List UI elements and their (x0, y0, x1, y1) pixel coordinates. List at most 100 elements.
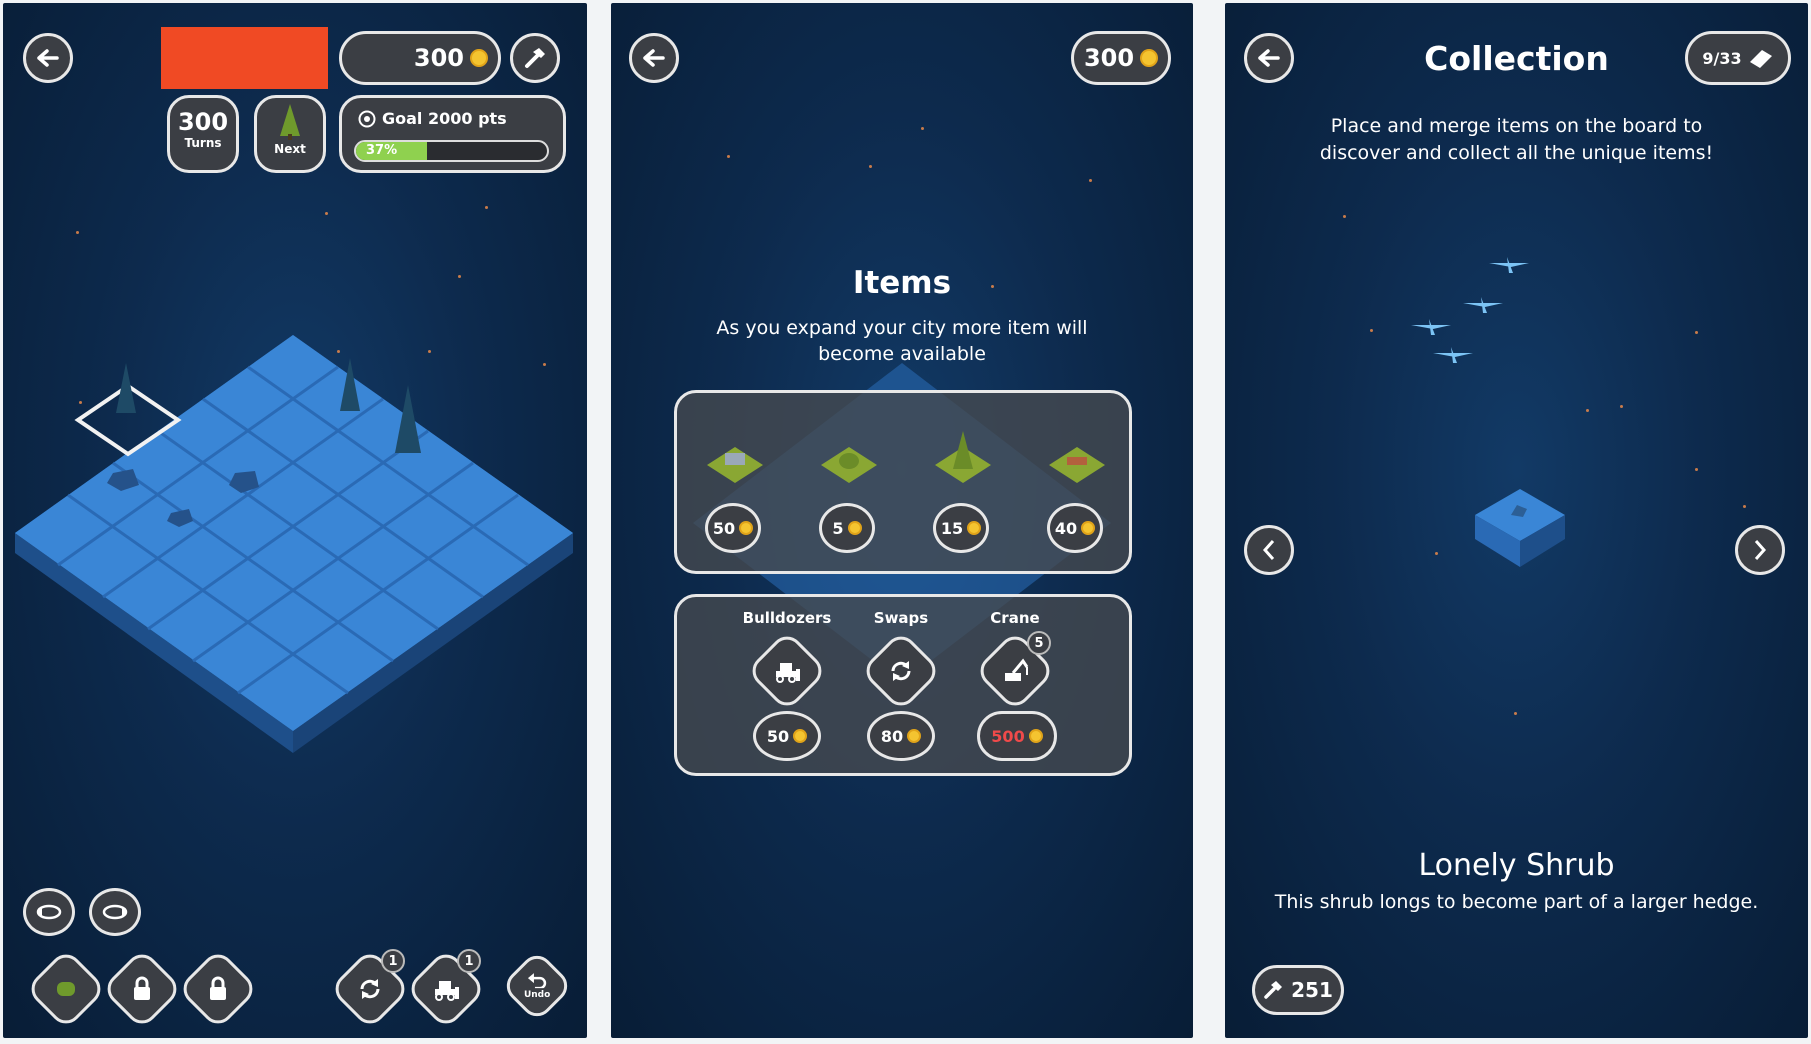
target-icon (358, 110, 376, 127)
bulldozer-price[interactable]: 50 (753, 711, 821, 761)
redacted-block (161, 27, 328, 89)
rotate-right-button[interactable] (89, 888, 141, 936)
collection-count: 9/33 (1685, 31, 1791, 85)
crane-label: Crane (990, 609, 1040, 627)
star (458, 275, 461, 278)
hammer-icon (525, 48, 545, 68)
chevron-right-icon (1754, 540, 1767, 560)
items-title: Items (852, 265, 952, 301)
item-price-2[interactable]: 5 (819, 503, 875, 553)
crane-count-badge: 5 (1027, 631, 1051, 655)
star (485, 206, 488, 209)
back-button[interactable] (23, 33, 73, 83)
next-item-preview: Next (254, 95, 326, 173)
locked-slot-1[interactable] (100, 947, 184, 1031)
price-value: 50 (712, 518, 736, 538)
price-value: 40 (1054, 518, 1078, 538)
lock-icon (210, 976, 226, 1000)
star (1343, 215, 1346, 218)
swap-shop-button[interactable] (859, 629, 943, 713)
back-arrow-icon (643, 49, 665, 67)
storage-slot[interactable] (24, 947, 108, 1031)
star (76, 231, 79, 234)
coin-icon (470, 49, 488, 67)
undo-button[interactable]: Undo (500, 949, 574, 1023)
star (1586, 409, 1589, 412)
previous-item-button[interactable] (1244, 525, 1294, 575)
turns-label: Turns (184, 136, 222, 150)
coin-icon (1140, 49, 1159, 67)
price-value: 80 (880, 726, 904, 746)
coin-icon (739, 521, 754, 535)
bulldozer-count-badge: 1 (457, 949, 481, 973)
house-tile-icon (707, 447, 763, 483)
item-name: Lonely Shrub (1418, 848, 1615, 883)
star (1089, 179, 1092, 182)
bulldozer-shop-button[interactable] (745, 629, 829, 713)
next-label: Next (274, 142, 306, 156)
star (325, 212, 328, 215)
swaps-label: Swaps (873, 609, 929, 627)
rotate-left-icon (36, 904, 62, 920)
bulldozer-icon (435, 981, 459, 1001)
game-board[interactable] (3, 313, 587, 753)
bush-icon (57, 982, 75, 996)
undo-icon (528, 973, 547, 990)
price-value: 500 (991, 726, 1025, 746)
coin-icon (1028, 729, 1043, 743)
coin-amount: 300 (413, 44, 464, 72)
garden-tile-icon (1049, 447, 1105, 483)
item-price-3[interactable]: 15 (933, 503, 989, 553)
bush-tile-icon (821, 447, 877, 483)
star (727, 155, 730, 158)
crane-price[interactable]: 500 (977, 711, 1057, 761)
price-value: 15 (940, 518, 964, 538)
tree-tile-icon (935, 431, 991, 483)
items-shop-screen: 300 Items As you expand your city more i… (611, 3, 1193, 1038)
star (869, 165, 872, 168)
coin-icon (967, 521, 982, 535)
hammer-button[interactable] (510, 33, 560, 83)
tools-box: Bulldozers Swaps Crane 5 50 80 500 (674, 594, 1132, 776)
collection-description: Place and merge items on the board to di… (1319, 115, 1714, 164)
locked-slot-2[interactable] (176, 947, 260, 1031)
goal-panel: Goal 2000 pts 37% (339, 95, 566, 173)
star (1620, 405, 1623, 408)
turns-counter: 300 Turns (167, 95, 239, 173)
crane-icon (1005, 658, 1029, 681)
items-box: 50 5 15 40 (674, 390, 1132, 574)
collection-count-value: 9/33 (1702, 48, 1742, 68)
item-price-4[interactable]: 40 (1047, 503, 1103, 553)
coin-icon (793, 729, 808, 743)
rotate-left-button[interactable] (23, 888, 75, 936)
lonely-shrub-icon (1475, 489, 1565, 567)
back-button[interactable] (629, 33, 679, 83)
game-screen: 300 300 Turns Next Goal 2000 pts 37% 1 1… (3, 3, 587, 1038)
undo-label: Undo (523, 990, 551, 1000)
swap-price[interactable]: 80 (867, 711, 935, 761)
goal-progress-label: 37% (366, 143, 398, 158)
items-subtitle: As you expand your city more item will b… (716, 317, 1088, 365)
coin-counter: 300 (339, 31, 501, 85)
item-description: This shrub longs to become part of a lar… (1274, 891, 1759, 913)
hammer-counter[interactable]: 251 (1252, 965, 1344, 1015)
tree-icon (280, 104, 300, 140)
goal-progress-bar: 37% (354, 140, 549, 162)
rotate-right-icon (102, 904, 128, 920)
item-price-1[interactable]: 50 (705, 503, 761, 553)
star (921, 127, 924, 130)
star (1435, 552, 1438, 555)
coin-counter: 300 (1071, 31, 1171, 85)
bulldozer-icon (776, 663, 800, 683)
next-item-button[interactable] (1735, 525, 1785, 575)
swap-count-badge: 1 (381, 949, 405, 973)
chevron-left-icon (1262, 540, 1275, 560)
star (1743, 505, 1746, 508)
goal-text-row: Goal 2000 pts (358, 109, 507, 128)
undo-content: Undo (524, 972, 550, 1000)
lock-icon (134, 976, 150, 1000)
star (1695, 468, 1698, 471)
price-value: 5 (832, 518, 844, 538)
price-value: 50 (766, 726, 790, 746)
swap-icon (360, 979, 380, 999)
